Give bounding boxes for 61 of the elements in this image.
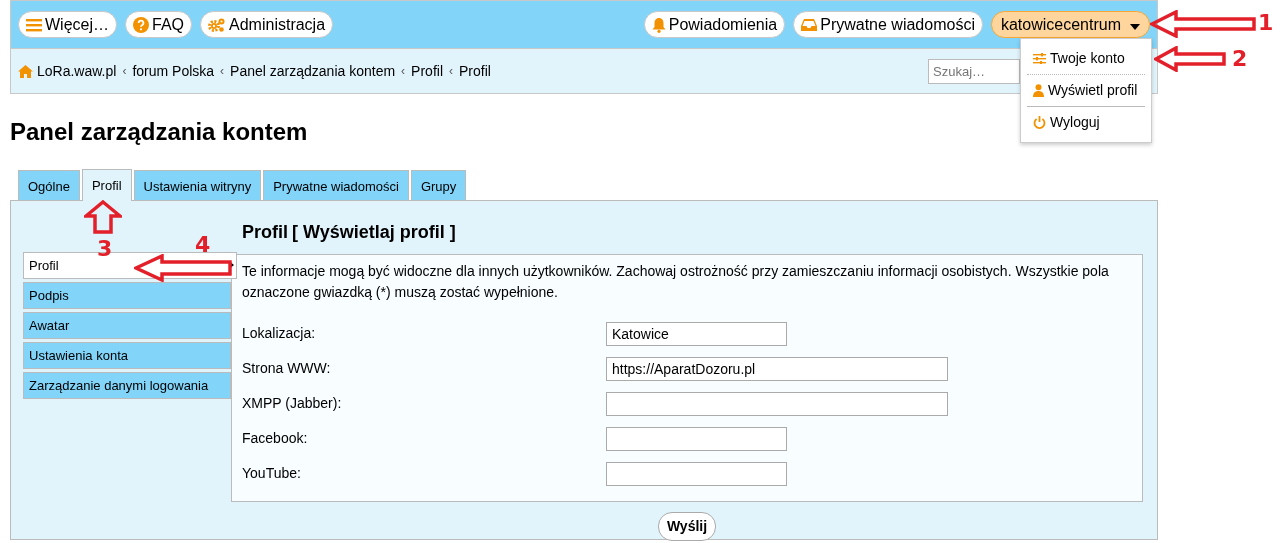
menu-item[interactable]: Wyświetl profil: [1021, 75, 1151, 106]
inbox-icon: [801, 17, 818, 32]
input-field[interactable]: [606, 461, 787, 486]
field-label: Facebook:: [242, 429, 309, 449]
page-title: Panel zarządzania kontem: [10, 118, 308, 147]
arrow-icon: [1154, 46, 1228, 72]
bracket: [: [292, 221, 298, 242]
home-icon: [18, 64, 33, 78]
help-icon: [133, 16, 149, 33]
field-label: Strona WWW:: [242, 359, 332, 379]
sidebar-item[interactable]: Ustawienia konta: [23, 341, 231, 369]
user-icon: [1033, 84, 1044, 97]
arrow-icon: [134, 254, 234, 282]
search-field[interactable]: Szukaj…: [928, 58, 1020, 84]
arrow-icon: [1150, 10, 1258, 38]
caret-icon: [1130, 23, 1140, 30]
annotation-number: 1: [1258, 12, 1274, 34]
power-icon: [1033, 116, 1046, 129]
breadcrumb-link[interactable]: Profil: [411, 60, 443, 82]
menu-item[interactable]: Wyloguj: [1021, 107, 1151, 138]
breadcrumb-link[interactable]: Panel zarządzania kontem: [230, 60, 396, 82]
menu-item[interactable]: Twoje konto: [1021, 43, 1151, 74]
sliders-icon: [1033, 53, 1046, 64]
tab[interactable]: Prywatne wiadomości: [263, 169, 409, 200]
user-menu-button[interactable]: katowicecentrum: [990, 11, 1150, 38]
bracket: ]: [449, 221, 456, 242]
sidebar-item[interactable]: Podpis: [23, 281, 231, 309]
notice-text: Te informacje mogą być widoczne dla innych użytkowników. Zachowaj ostrożność przy zamieszczaniu informacji osobistych. Wszystkie pola oznaczone gwiazdką (*) muszą zostać wypełnione.: [242, 261, 1110, 303]
breadcrumb-link[interactable]: Profil: [459, 60, 491, 82]
input-field[interactable]: https://AparatDozoru.pl: [606, 356, 948, 381]
tab[interactable]: Profil: [81, 168, 132, 201]
breadcrumb-link[interactable]: forum Polska: [132, 60, 215, 82]
tab[interactable]: Ogólne: [18, 169, 80, 200]
menu-icon: [26, 17, 42, 32]
input-field[interactable]: [606, 391, 948, 416]
field-label: Lokalizacja:: [242, 324, 317, 344]
nav-button[interactable]: Prywatne wiadomości: [793, 11, 983, 38]
sidebar-item[interactable]: Zarządzanie danymi logowania: [23, 371, 231, 399]
nav-button[interactable]: Powiadomienia: [643, 11, 786, 38]
section-title: Profil: [242, 221, 288, 242]
gears-icon: [208, 16, 227, 33]
nav-button[interactable]: FAQ: [125, 11, 193, 38]
tab[interactable]: Ustawienia witryny: [133, 169, 262, 200]
arrow-icon: [84, 200, 122, 234]
chevron-icon: ‹: [220, 62, 225, 80]
annotation-number: 2: [1232, 48, 1248, 70]
input-field[interactable]: Katowice: [606, 321, 787, 346]
input-field[interactable]: [606, 426, 787, 451]
field-label: YouTube:: [242, 464, 302, 484]
field-label: XMPP (Jabber):: [242, 394, 343, 414]
nav-button[interactable]: Więcej…: [18, 11, 117, 38]
submit-button[interactable]: Wyślij: [657, 512, 717, 542]
breadcrumb-link[interactable]: LoRa.waw.pl: [37, 60, 117, 82]
profile-link[interactable]: Wyświetlaj profil: [298, 221, 450, 242]
sidebar-item[interactable]: Awatar: [23, 311, 231, 339]
nav-button[interactable]: Administracja: [200, 11, 334, 38]
chevron-icon: ‹: [122, 62, 127, 80]
chevron-icon: ‹: [449, 62, 453, 80]
bell-icon: [651, 16, 666, 33]
tab[interactable]: Grupy: [410, 169, 467, 200]
chevron-icon: ‹: [401, 62, 406, 80]
